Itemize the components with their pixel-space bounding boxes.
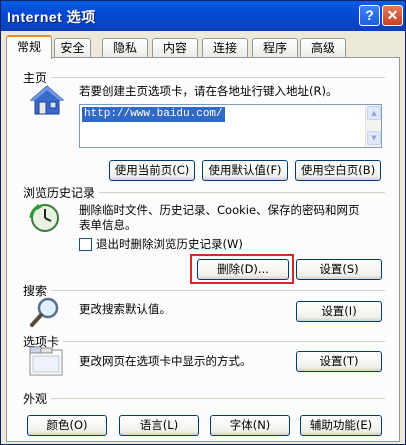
tab-privacy[interactable]: 隐私	[102, 38, 148, 58]
tabbed-window-icon	[29, 346, 63, 376]
address-scrollbar[interactable]: ▲ ▼	[365, 105, 381, 147]
use-current-page-button[interactable]: 使用当前页(C)	[109, 160, 195, 181]
scroll-down-icon[interactable]: ▼	[367, 131, 381, 145]
tab-security[interactable]: 安全	[54, 38, 91, 58]
history-section-title: 浏览历史记录	[23, 184, 100, 201]
history-settings-button[interactable]: 设置(S)	[296, 259, 382, 280]
internet-options-dialog: Internet 选项 ? ✕ 常规 安全 隐私 内容 连接 程序 高级 主页 …	[0, 0, 406, 445]
homepage-separator	[23, 77, 385, 78]
appearance-section-title: 外观	[23, 390, 52, 407]
home-icon	[29, 85, 65, 115]
tabs-settings-button[interactable]: 设置(T)	[296, 351, 382, 372]
title-bar[interactable]: Internet 选项 ? ✕	[1, 1, 405, 31]
accessibility-button[interactable]: 辅助功能(E)	[300, 415, 382, 436]
general-tab-panel: 主页 若要创建主页选项卡，请在各地址行键入地址(R)。 http://www.b…	[6, 57, 400, 442]
fonts-button[interactable]: 字体(N)	[210, 415, 290, 436]
colors-button[interactable]: 颜色(O)	[27, 415, 107, 436]
tab-programs[interactable]: 程序	[252, 38, 298, 58]
use-blank-button[interactable]: 使用空白页(B)	[295, 160, 381, 181]
close-button[interactable]: ✕	[382, 5, 403, 26]
help-button[interactable]: ?	[359, 5, 380, 26]
homepage-description: 若要创建主页选项卡，请在各地址行键入地址(R)。	[79, 84, 338, 98]
tabs-description: 更改网页在选项卡中显示的方式。	[79, 354, 252, 368]
delete-button-highlight	[190, 254, 294, 284]
languages-button[interactable]: 语言(L)	[119, 415, 199, 436]
magnifier-icon	[30, 297, 59, 327]
use-default-button[interactable]: 使用默认值(F)	[202, 160, 288, 181]
delete-on-exit-label[interactable]: 退出时删除浏览历史记录(W)	[96, 237, 243, 252]
scroll-up-icon[interactable]: ▲	[367, 106, 381, 120]
history-description-line2: 表单信息。	[79, 218, 137, 232]
tab-advanced[interactable]: 高级	[300, 38, 346, 58]
tab-content[interactable]: 内容	[152, 38, 198, 58]
window-title: Internet 选项	[7, 9, 96, 25]
homepage-address-value: http://www.baidu.com/	[82, 107, 225, 122]
tab-strip: 常规 安全 隐私 内容 连接 程序 高级	[6, 35, 402, 59]
search-settings-button[interactable]: 设置(I)	[296, 301, 382, 322]
search-separator	[23, 290, 385, 291]
tab-connections[interactable]: 连接	[202, 38, 248, 58]
search-description: 更改搜索默认值。	[79, 302, 171, 316]
history-description-line1: 删除临时文件、历史记录、Cookie、保存的密码和网页	[79, 203, 360, 217]
tab-general[interactable]: 常规	[6, 35, 52, 59]
clock-history-icon	[29, 204, 59, 232]
delete-on-exit-checkbox[interactable]	[79, 238, 92, 251]
appearance-separator	[23, 398, 385, 399]
homepage-address-textarea[interactable]: http://www.baidu.com/ ▲ ▼	[79, 104, 382, 148]
tabs-separator	[23, 341, 385, 342]
